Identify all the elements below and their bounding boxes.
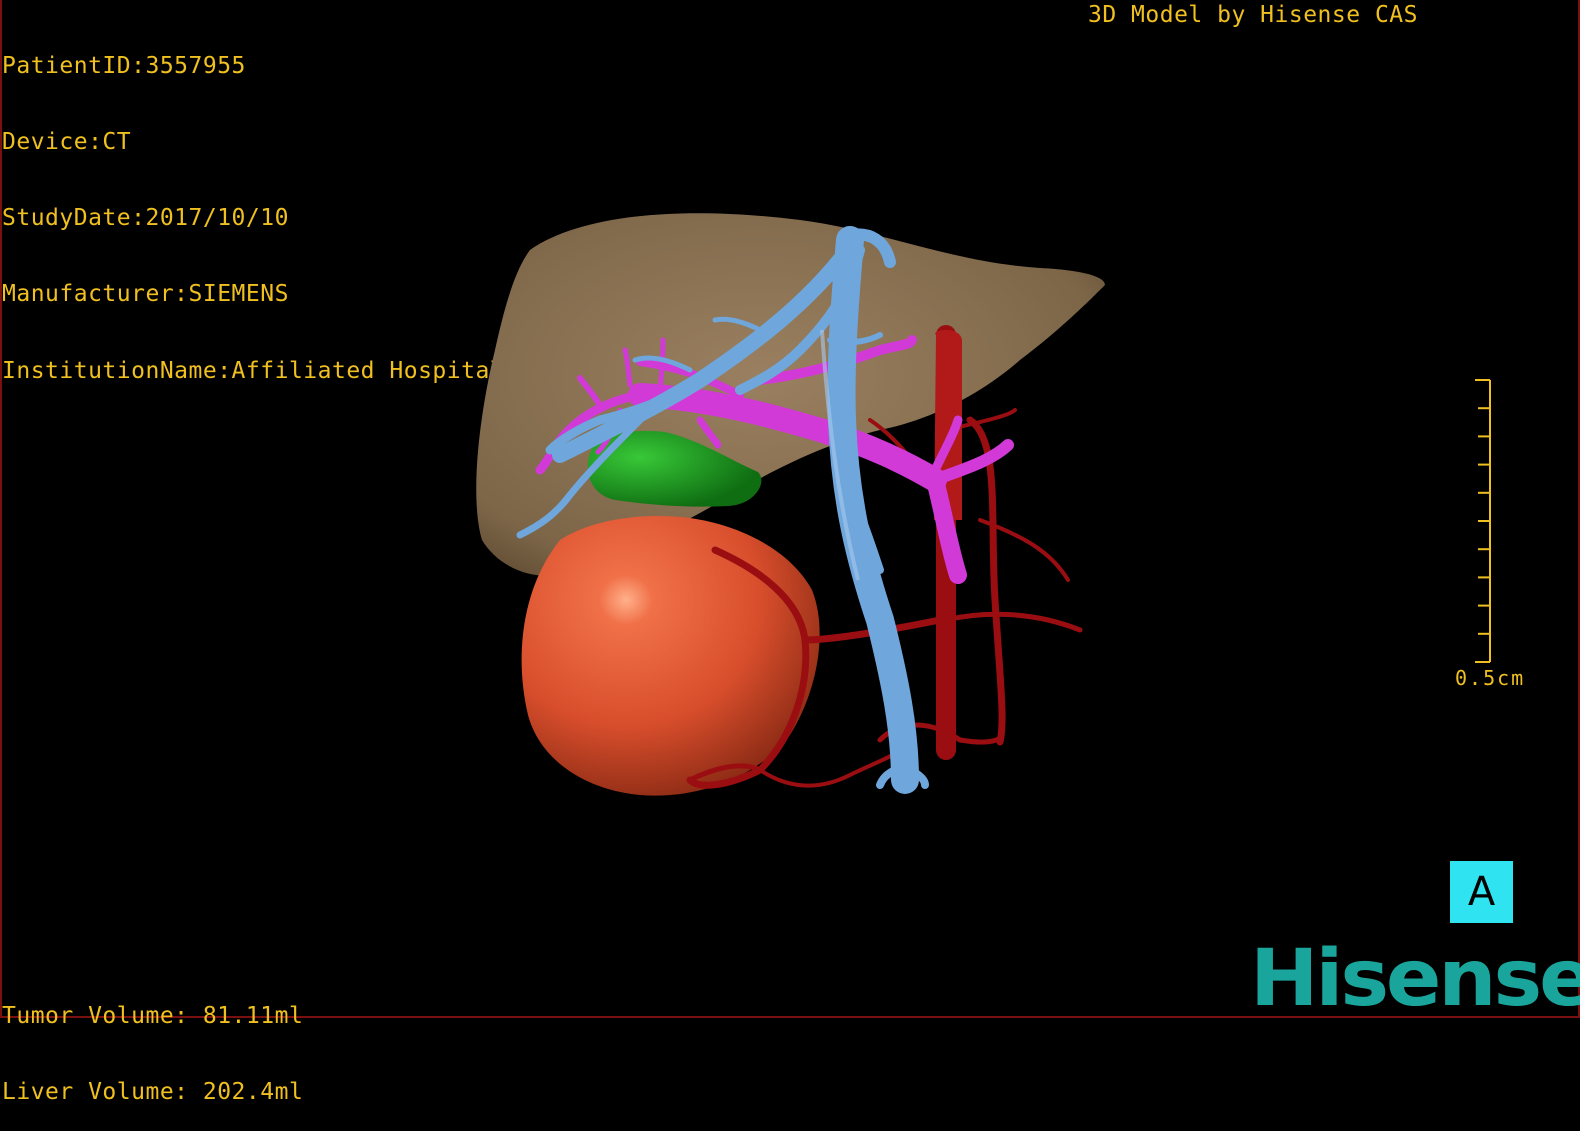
scale-label: 0.5cm	[1455, 666, 1526, 690]
volume-readout: Tumor Volume: 81.11ml Liver Volume: 202.…	[2, 953, 303, 1131]
tumor-volume-text: Tumor Volume: 81.11ml	[2, 1002, 304, 1029]
scale-bar	[1475, 379, 1491, 663]
view-orientation-badge[interactable]: A	[1450, 861, 1513, 923]
3d-model-viewport[interactable]	[0, 0, 1580, 1020]
liver-volume-text: Liver Volume: 202.4ml	[2, 1079, 304, 1106]
liver-model[interactable]	[476, 213, 1106, 576]
hisense-logo: Hisense	[1250, 934, 1580, 1024]
